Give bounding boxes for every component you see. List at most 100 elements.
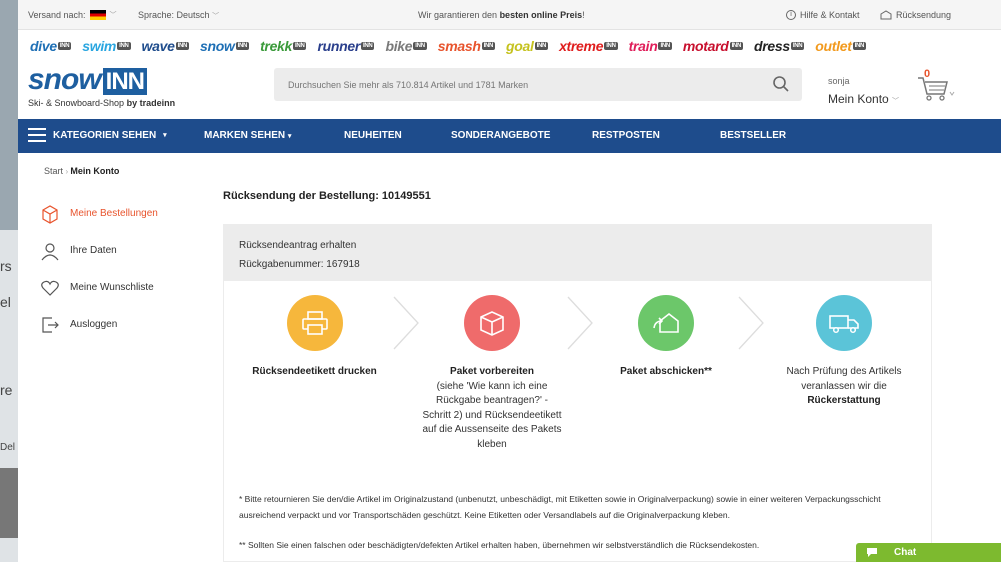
- cart-count: 0: [924, 68, 931, 80]
- brand-name: train: [628, 38, 658, 54]
- printer-icon: [286, 295, 343, 351]
- breadcrumb-current: Mein Konto: [70, 166, 120, 176]
- brand-tag: INN: [604, 42, 618, 50]
- help-contact-link[interactable]: i Hilfe & Kontakt: [786, 10, 860, 20]
- background-text: el: [0, 294, 11, 310]
- search-icon[interactable]: [772, 75, 790, 93]
- return-icon: [880, 10, 892, 20]
- search-input[interactable]: [274, 68, 754, 101]
- brand-link-dress[interactable]: dress INN: [754, 38, 805, 54]
- send-home-icon: [638, 295, 694, 351]
- brand-link-wave[interactable]: wave INN: [142, 38, 190, 54]
- brand-link-smash[interactable]: smash INN: [437, 38, 496, 54]
- brand-tag: INN: [235, 42, 250, 50]
- username: sonja: [828, 76, 850, 86]
- nav-bestseller[interactable]: BESTSELLER: [720, 130, 786, 141]
- brand-name: outlet: [815, 38, 852, 54]
- chevron-right-icon: [393, 296, 419, 350]
- background-panel: [0, 468, 18, 538]
- sidebar-item-label: Ihre Daten: [70, 245, 117, 256]
- chevron-down-icon: ﹀: [212, 13, 220, 20]
- brand-link-runner[interactable]: runner INN: [317, 38, 375, 54]
- return-status-box: Rücksendeantrag erhalten Rückgabenummer:…: [223, 224, 932, 281]
- brand-name: goal: [506, 38, 534, 54]
- brand-link-train[interactable]: train INN: [629, 38, 672, 54]
- step-prepare-package: Paket vorbereiten (siehe 'Wie kann ich e…: [422, 295, 562, 452]
- brand-strip: dive INN swim INN wave INN snow INN trekk INN runn…: [30, 38, 867, 54]
- breadcrumb: Start › Mein Konto: [44, 166, 120, 176]
- brand-tag: INN: [117, 42, 131, 50]
- chat-bubble-icon: [867, 548, 877, 557]
- return-note: * Bitte retournieren Sie den/die Artikel…: [239, 494, 881, 520]
- page-title: Rücksendung der Bestellung: 10149551: [223, 190, 431, 202]
- language-label: Sprache: Deutsch: [138, 10, 210, 20]
- chevron-down-icon: ﹀: [892, 98, 900, 105]
- help-label: Hilfe & Kontakt: [800, 10, 860, 20]
- brand-name: snow: [200, 38, 235, 54]
- account-menu[interactable]: sonja Mein Konto ﹀: [828, 76, 899, 106]
- germany-flag-icon: [89, 10, 106, 20]
- brand-link-bike[interactable]: bike INN: [385, 38, 427, 54]
- returns-link[interactable]: Rücksendung: [880, 10, 951, 20]
- logout-icon: [42, 316, 59, 333]
- nav-new[interactable]: NEUHEITEN: [344, 130, 402, 141]
- package-icon: [464, 295, 520, 351]
- page: Versand nach: ﹀ Sprache: Deutsch ﹀ Wir g…: [18, 0, 1001, 562]
- brand-link-motard[interactable]: motard INN: [683, 38, 743, 54]
- language-selector[interactable]: Sprache: Deutsch ﹀: [138, 10, 219, 21]
- brand-name: runner: [317, 38, 361, 54]
- brand-link-outlet[interactable]: outlet INN: [815, 38, 867, 54]
- return-note: ** Sollten Sie einen falschen oder besch…: [239, 540, 760, 550]
- cart-button[interactable]: 0: [916, 68, 956, 107]
- brand-tag: INN: [413, 42, 427, 50]
- top-bar: Versand nach: ﹀ Sprache: Deutsch ﹀ Wir g…: [18, 0, 1001, 30]
- step-refund: Nach Prüfung des Artikels veranlassen wi…: [774, 295, 914, 409]
- brand-tag: INN: [729, 42, 743, 50]
- brand-name: smash: [437, 38, 481, 54]
- brand-link-snow[interactable]: snow INN: [200, 38, 250, 54]
- return-steps: Rücksendeetikett drucken Paket vorbereit…: [223, 281, 932, 562]
- brand-name: dive: [30, 38, 57, 54]
- nav-clearance[interactable]: RESTPOSTEN: [592, 130, 660, 141]
- nav-offers[interactable]: SONDERANGEBOTE: [451, 130, 550, 141]
- search-bar: [274, 68, 802, 101]
- sidebar-item-logout[interactable]: Ausloggen: [40, 306, 158, 343]
- brand-tag: INN: [361, 42, 375, 50]
- chevron-right-icon: [567, 296, 593, 350]
- background-window: rs el re Del: [0, 0, 18, 562]
- brand-link-trekk[interactable]: trekk INN: [260, 38, 307, 54]
- user-icon: [41, 242, 59, 260]
- brand-tag: INN: [175, 42, 190, 50]
- nav-categories[interactable]: KATEGORIEN SEHEN ▾: [28, 128, 167, 142]
- sidebar-item-wishlist[interactable]: Meine Wunschliste: [40, 269, 158, 306]
- brand-name: motard: [682, 38, 729, 54]
- brand-link-xtreme[interactable]: xtreme INN: [559, 38, 618, 54]
- heart-icon: [41, 280, 59, 296]
- sidebar-item-orders[interactable]: Meine Bestellungen: [40, 195, 158, 232]
- help-icon: i: [786, 10, 796, 20]
- sidebar-item-data[interactable]: Ihre Daten: [40, 232, 158, 269]
- brand-tag: INN: [790, 42, 805, 50]
- brand-name: wave: [141, 38, 175, 54]
- chat-button[interactable]: Chat: [856, 543, 1001, 562]
- account-sidebar: Meine Bestellungen Ihre Daten Meine Wuns…: [40, 195, 158, 343]
- nav-brands[interactable]: MARKEN SEHEN ▾: [204, 130, 291, 141]
- brand-tag: INN: [534, 42, 549, 50]
- sidebar-item-label: Meine Bestellungen: [70, 208, 158, 219]
- snowinn-logo[interactable]: snow INN Ski- & Snowboard-Shop by tradein…: [28, 65, 175, 109]
- brand-link-swim[interactable]: swim INN: [82, 38, 131, 54]
- shipping-selector[interactable]: Versand nach: ﹀: [28, 10, 117, 20]
- account-label: Mein Konto: [828, 92, 889, 106]
- brand-link-dive[interactable]: dive INN: [30, 38, 72, 54]
- brand-name: swim: [82, 38, 117, 54]
- brand-link-goal[interactable]: goal INN: [506, 38, 549, 54]
- breadcrumb-start[interactable]: Start: [44, 166, 63, 176]
- brand-tag: INN: [852, 42, 867, 50]
- brand-tag: INN: [293, 42, 307, 50]
- sidebar-item-label: Meine Wunschliste: [70, 282, 154, 293]
- delivery-truck-icon: [816, 295, 872, 351]
- chevron-right-icon: [738, 296, 764, 350]
- brand-tag: INN: [57, 42, 72, 50]
- main-nav: KATEGORIEN SEHEN ▾ MARKEN SEHEN ▾ NEUHEIT…: [18, 119, 1001, 153]
- step-send-package: Paket abschicken**: [596, 295, 736, 380]
